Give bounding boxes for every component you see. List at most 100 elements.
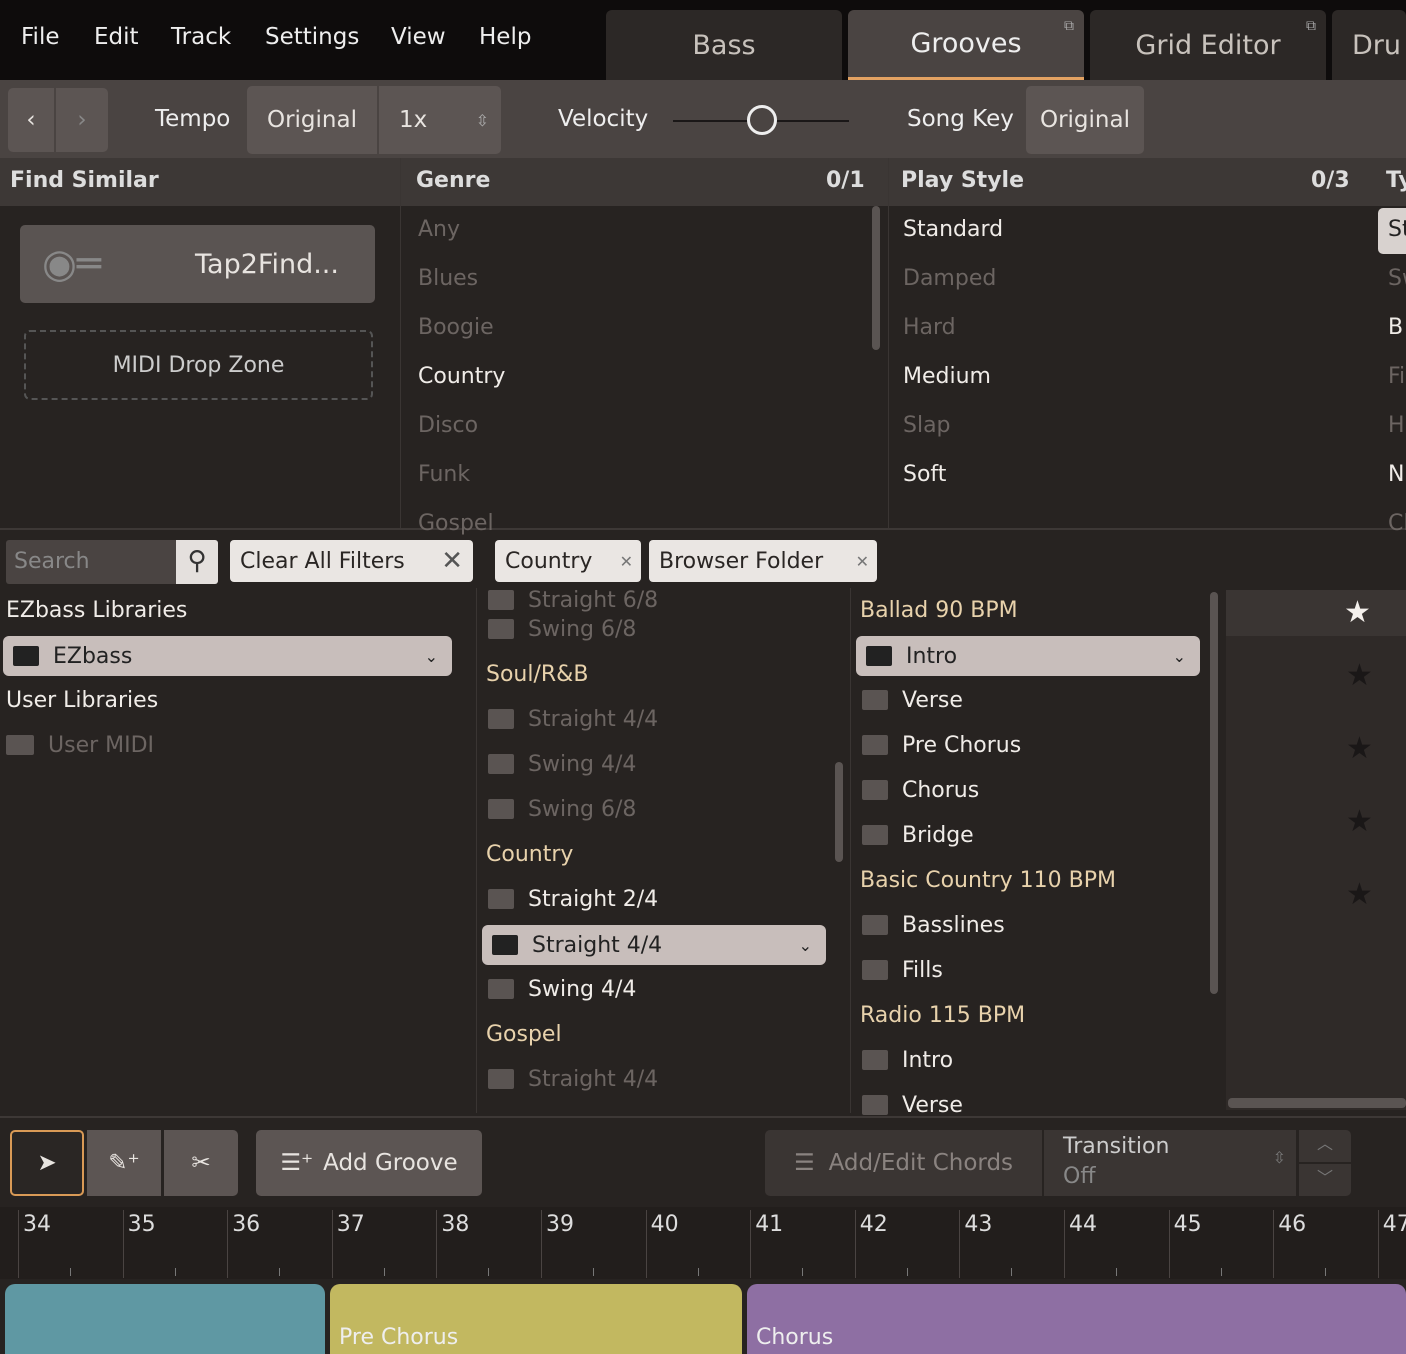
play-style-item[interactable]: Medium xyxy=(903,364,991,389)
transition-stepper[interactable]: Transition Off ⇳ xyxy=(1044,1130,1296,1196)
folder-item[interactable]: Swing 4/4 xyxy=(488,977,636,1002)
play-style-item[interactable]: Hard xyxy=(903,315,956,340)
song-part-block[interactable]: Pre Chorus xyxy=(330,1284,742,1354)
chevron-down-icon[interactable]: ⌄ xyxy=(425,647,438,666)
folder-item[interactable]: Straight 4/4 xyxy=(488,1067,658,1092)
user-midi-item[interactable]: User MIDI xyxy=(6,733,154,758)
tab-grooves[interactable]: Grooves ⧉ xyxy=(848,10,1084,80)
play-style-item[interactable]: Soft xyxy=(903,462,946,487)
genre-item[interactable]: Funk xyxy=(418,462,470,487)
song-key-button[interactable]: Original xyxy=(1026,86,1144,154)
play-style-item[interactable]: Slap xyxy=(903,413,951,438)
close-icon[interactable]: ✕ xyxy=(856,552,869,571)
type-item[interactable]: St xyxy=(1378,208,1406,254)
groove-item[interactable]: Verse xyxy=(862,1093,963,1118)
folder-item[interactable]: Swing 4/4 xyxy=(488,752,636,777)
genre-item[interactable]: Country xyxy=(418,364,505,389)
menu-track[interactable]: Track xyxy=(171,24,231,50)
type-item[interactable]: Fi xyxy=(1378,355,1406,389)
groove-item[interactable]: Intro xyxy=(862,1048,953,1073)
pop-out-icon[interactable]: ⧉ xyxy=(1306,18,1316,34)
menu-view[interactable]: View xyxy=(391,24,446,50)
folder-item[interactable]: Straight 4/4 xyxy=(488,707,658,732)
groove-group-header[interactable]: Ballad 90 BPM xyxy=(860,598,1018,623)
type-item[interactable]: B xyxy=(1378,306,1406,340)
add-edit-chords-button[interactable]: ☰ Add/Edit Chords xyxy=(765,1130,1042,1196)
type-item[interactable]: Sw xyxy=(1378,257,1406,291)
selected-groove-row[interactable] xyxy=(1226,590,1406,636)
menu-file[interactable]: File xyxy=(21,24,60,50)
clear-all-filters-button[interactable]: Clear All Filters ✕ xyxy=(230,540,473,582)
tab-drums[interactable]: Dru xyxy=(1332,10,1406,80)
song-part-block[interactable] xyxy=(5,1284,325,1354)
horizontal-scrollbar[interactable] xyxy=(1228,1098,1406,1108)
draw-tool-button[interactable]: ✎⁺ xyxy=(87,1130,161,1196)
type-item[interactable]: N xyxy=(1378,453,1406,487)
genre-item[interactable]: Gospel xyxy=(418,511,494,536)
folder-group-header[interactable]: Gospel xyxy=(486,1022,562,1047)
groove-group-header[interactable]: Radio 115 BPM xyxy=(860,1003,1025,1028)
folder-item[interactable]: Swing 6/8 xyxy=(488,617,636,642)
chevron-down-icon[interactable]: ⌄ xyxy=(1173,647,1186,666)
genre-scrollbar[interactable] xyxy=(872,206,880,350)
star-icon[interactable]: ★ xyxy=(1346,877,1373,912)
groove-item[interactable]: Pre Chorus xyxy=(862,733,1021,758)
star-icon[interactable]: ★ xyxy=(1344,595,1371,630)
star-icon[interactable]: ★ xyxy=(1346,658,1373,693)
tap2find-button[interactable]: ◉═ Tap2Find... xyxy=(20,225,375,303)
groove-item[interactable]: Verse xyxy=(862,688,963,713)
scroll-up-button[interactable]: ︿ xyxy=(1299,1130,1351,1162)
add-groove-button[interactable]: ☰⁺ Add Groove xyxy=(256,1130,482,1196)
search-icon[interactable]: ⚲ xyxy=(176,540,218,584)
scroll-down-button[interactable]: ﹀ xyxy=(1299,1164,1351,1196)
folder-item-selected[interactable]: Straight 4/4 ⌄ xyxy=(482,925,826,965)
star-icon[interactable]: ★ xyxy=(1346,731,1373,766)
groove-item[interactable]: Bridge xyxy=(862,823,974,848)
midi-drop-zone[interactable]: MIDI Drop Zone xyxy=(24,330,373,400)
back-button[interactable]: ‹ xyxy=(8,88,54,152)
filter-chip-country[interactable]: Country ✕ xyxy=(495,540,641,582)
type-item[interactable]: Cl xyxy=(1378,502,1406,536)
groove-group-header[interactable]: Basic Country 110 BPM xyxy=(860,868,1116,893)
clear-all-label: Clear All Filters xyxy=(240,548,405,574)
folder-item[interactable]: Straight 6/8 xyxy=(488,588,658,613)
menu-settings[interactable]: Settings xyxy=(265,24,359,50)
folder-scrollbar[interactable] xyxy=(835,762,843,862)
close-icon[interactable]: ✕ xyxy=(620,552,633,571)
play-style-item[interactable]: Standard xyxy=(903,217,1003,242)
groove-item[interactable]: Basslines xyxy=(862,913,1005,938)
tab-grid-editor[interactable]: Grid Editor ⧉ xyxy=(1090,10,1326,80)
tempo-original-button[interactable]: Original xyxy=(247,86,377,154)
genre-item[interactable]: Disco xyxy=(418,413,478,438)
groove-item[interactable]: Chorus xyxy=(862,778,979,803)
groove-scrollbar[interactable] xyxy=(1210,592,1218,994)
menu-edit[interactable]: Edit xyxy=(94,24,139,50)
genre-item[interactable]: Boogie xyxy=(418,315,494,340)
split-tool-button[interactable]: ✂ xyxy=(164,1130,238,1196)
type-item[interactable]: H xyxy=(1378,404,1406,438)
folder-item[interactable]: Swing 6/8 xyxy=(488,797,636,822)
genre-item[interactable]: Blues xyxy=(418,266,478,291)
chevron-down-icon[interactable]: ⌄ xyxy=(799,936,812,955)
genre-item[interactable]: Any xyxy=(418,217,460,242)
folder-group-header[interactable]: Country xyxy=(486,842,573,867)
filter-chip-browser-folder[interactable]: Browser Folder ✕ xyxy=(649,540,877,582)
tempo-multiplier-stepper[interactable]: 1x ⇳ xyxy=(379,86,501,154)
tab-bass[interactable]: Bass xyxy=(606,10,842,80)
velocity-slider[interactable] xyxy=(673,105,849,135)
folder-group-header[interactable]: Soul/R&B xyxy=(486,662,588,687)
play-style-item[interactable]: Damped xyxy=(903,266,996,291)
star-icon[interactable]: ★ xyxy=(1346,804,1373,839)
forward-button[interactable]: › xyxy=(56,88,108,152)
folder-item[interactable]: Straight 2/4 xyxy=(488,887,658,912)
groove-item[interactable]: Fills xyxy=(862,958,943,983)
menu-help[interactable]: Help xyxy=(479,24,531,50)
velocity-slider-handle[interactable] xyxy=(747,105,777,135)
search-input[interactable]: Search ⚲ xyxy=(6,540,218,584)
groove-item-selected[interactable]: Intro ⌄ xyxy=(856,636,1200,676)
song-part-block[interactable]: Chorus xyxy=(747,1284,1406,1354)
pop-out-icon[interactable]: ⧉ xyxy=(1064,18,1074,34)
close-icon[interactable]: ✕ xyxy=(441,546,463,576)
select-tool-button[interactable]: ➤ xyxy=(10,1130,84,1196)
ezbass-library-item[interactable]: EZbass ⌄ xyxy=(3,636,452,676)
